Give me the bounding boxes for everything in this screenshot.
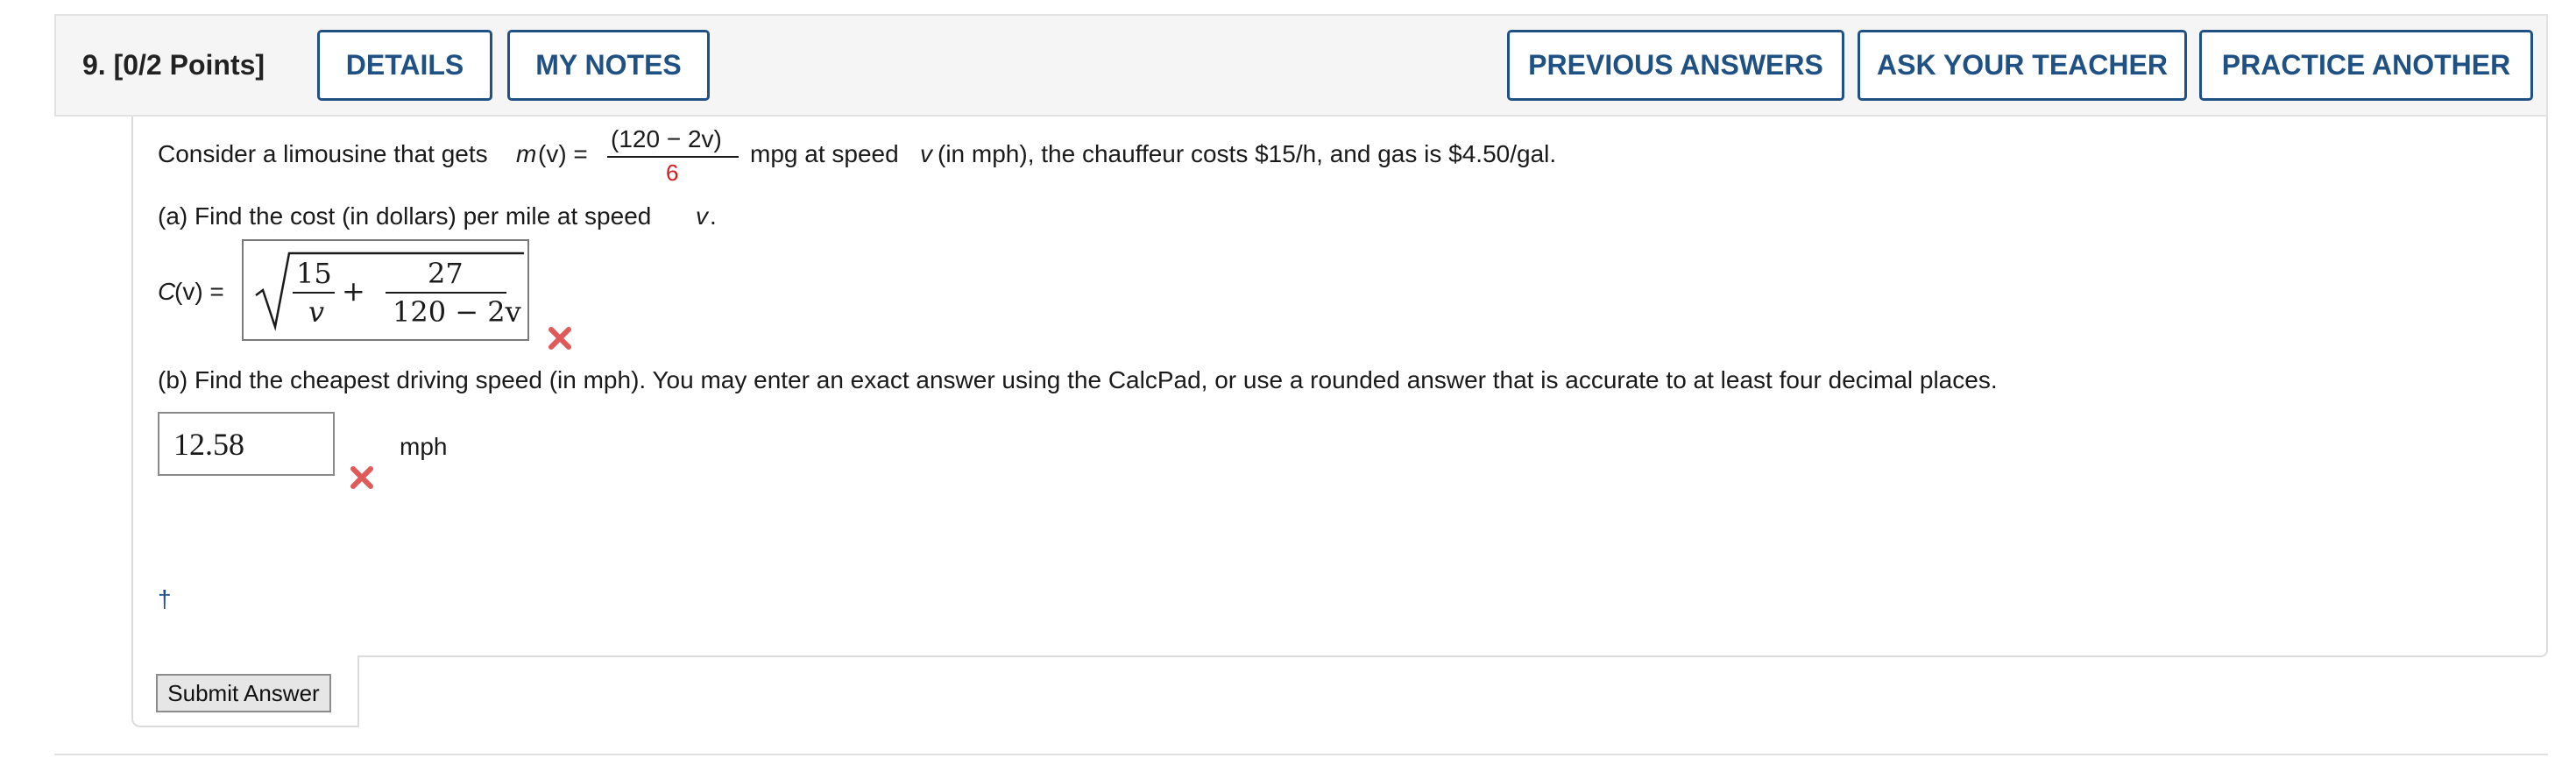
incorrect-x-icon: [548, 327, 571, 350]
term1-fraction-bar: [293, 292, 335, 294]
points-label: [0/2 Points]: [113, 49, 265, 81]
mpg-fraction-denominator: 6: [666, 159, 679, 186]
mpg-fraction-numerator: (120 − 2v): [611, 125, 722, 152]
c-function-args: (v) =: [174, 278, 224, 305]
part-b-question: (b) Find the cheapest driving speed (in …: [158, 366, 1998, 393]
ask-your-teacher-button[interactable]: ASK YOUR TEACHER: [1858, 30, 2187, 101]
part-a-answer-box[interactable]: 15 v + 27 120 − 2v: [242, 239, 529, 341]
details-button[interactable]: DETAILS: [317, 30, 492, 101]
term1-denominator: v: [308, 295, 325, 329]
term1-numerator: 15: [296, 257, 332, 290]
m-function-args: (v) =: [538, 140, 588, 167]
my-notes-button[interactable]: MY NOTES: [507, 30, 710, 101]
intro-mid: mpg at speed: [750, 140, 899, 167]
part-b-unit: mph: [400, 433, 448, 460]
plus-sign: +: [342, 274, 365, 308]
part-b-answer-input[interactable]: 12.58: [158, 412, 335, 476]
speed-variable: v: [920, 140, 932, 167]
part-a-question: (a) Find the cost (in dollars) per mile …: [158, 202, 652, 230]
term2-fraction-bar: [386, 292, 506, 294]
question-number: 9.: [82, 49, 106, 81]
part-a-variable: v: [696, 202, 708, 230]
previous-answers-button[interactable]: PREVIOUS ANSWERS: [1507, 30, 1844, 101]
question-header: 9. [0/2 Points] DETAILS MY NOTES PREVIOU…: [54, 14, 2548, 117]
mpg-fraction-bar: [607, 156, 739, 158]
bottom-divider: [54, 754, 2548, 755]
term2-denominator: 120 − 2v: [393, 295, 521, 329]
footnote-marker[interactable]: †: [158, 585, 172, 613]
term2-numerator: 27: [428, 257, 464, 290]
submit-answer-button[interactable]: Submit Answer: [156, 674, 331, 712]
question-number-points: 9. [0/2 Points]: [82, 49, 265, 81]
part-a-period: .: [710, 202, 717, 230]
intro-prefix: Consider a limousine that gets: [158, 140, 488, 167]
c-function-name: C: [158, 278, 176, 305]
practice-another-button[interactable]: PRACTICE ANOTHER: [2199, 30, 2533, 101]
intro-suffix: (in mph), the chauffeur costs $15/h, and…: [938, 140, 1557, 167]
incorrect-x-icon: [350, 466, 373, 489]
m-function-name: m: [516, 140, 537, 167]
part-b-answer-value: 12.58: [173, 426, 244, 462]
